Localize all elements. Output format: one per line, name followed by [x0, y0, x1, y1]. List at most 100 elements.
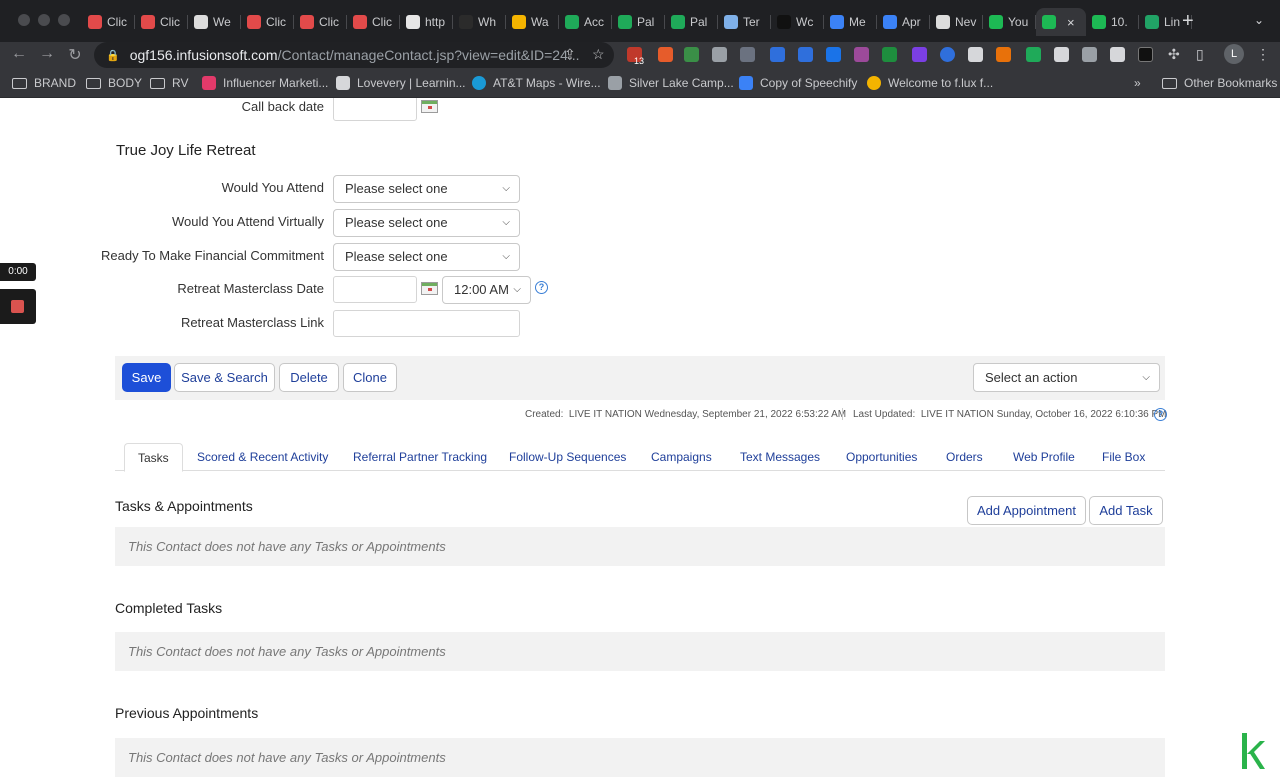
extension-mic-icon[interactable]	[854, 47, 869, 62]
extension-screen-icon[interactable]	[684, 47, 699, 62]
other-bookmarks-label: Other Bookmarks	[1184, 76, 1278, 90]
other-bookmarks-folder[interactable]: Other Bookmarks	[1162, 76, 1277, 90]
extension-document-icon[interactable]	[770, 47, 785, 62]
browser-tab[interactable]: Wh	[453, 8, 506, 36]
address-bar[interactable]: 🔒 ogf156.infusionsoft.com/Contact/manage…	[94, 42, 614, 68]
help-icon[interactable]: ?	[535, 281, 548, 294]
browser-tab[interactable]: Acc	[559, 8, 612, 36]
clone-button[interactable]: Clone	[343, 363, 397, 392]
extension-calendar-grid-icon[interactable]	[1082, 47, 1097, 62]
browser-tab[interactable]: Me	[824, 8, 877, 36]
browser-tab-active[interactable]: ×	[1036, 8, 1086, 36]
delete-button[interactable]: Delete	[279, 363, 339, 392]
bookmark-item[interactable]: RV	[150, 76, 188, 90]
browser-tab[interactable]: You	[983, 8, 1036, 36]
bookmark-item[interactable]: BRAND	[12, 76, 76, 90]
browser-tab[interactable]: Clic	[82, 8, 135, 36]
extension-bookmark-icon[interactable]	[798, 47, 813, 62]
browser-tab[interactable]: We	[188, 8, 241, 36]
extension-translate-icon[interactable]	[1110, 47, 1125, 62]
calendar-icon[interactable]	[421, 282, 438, 295]
share-icon[interactable]: ⇪	[564, 46, 576, 63]
new-tab-button[interactable]: +	[1182, 10, 1194, 32]
reload-button[interactable]: ↻	[64, 45, 86, 65]
save-button[interactable]: Save	[122, 363, 171, 392]
extension-color-icon[interactable]	[912, 47, 927, 62]
zoom-window-button[interactable]	[58, 14, 70, 26]
help-icon[interactable]: ?	[1154, 408, 1167, 421]
browser-tab[interactable]: Clic	[241, 8, 294, 36]
masterclass-date-input[interactable]	[333, 276, 417, 303]
tab-opportunities[interactable]: Opportunities	[846, 450, 917, 464]
masterclass-time-select[interactable]: 12:00 AM ⌵	[442, 276, 531, 304]
browser-tab[interactable]: Clic	[347, 8, 400, 36]
extension-tools-icon[interactable]	[1054, 47, 1069, 62]
browser-tab[interactable]: http	[400, 8, 453, 36]
extension-m-icon[interactable]	[1138, 47, 1153, 62]
side-panel-icon[interactable]: ▯	[1196, 46, 1204, 63]
extension-code-icon[interactable]	[740, 47, 755, 62]
browser-tab[interactable]: Nev	[930, 8, 983, 36]
bookmark-item[interactable]: Influencer Marketi...	[202, 76, 328, 90]
close-tab-icon[interactable]: ×	[1067, 15, 1075, 30]
add-task-button[interactable]: Add Task	[1089, 496, 1163, 525]
more-bookmarks-button[interactable]: »	[1134, 76, 1141, 90]
forward-button[interactable]: →	[36, 45, 58, 63]
extension-chart-icon[interactable]	[996, 47, 1011, 62]
attend-select[interactable]: Please select one ⌵	[333, 175, 520, 203]
browser-tab[interactable]: Wa	[506, 8, 559, 36]
extension-eraser-icon[interactable]	[968, 47, 983, 62]
browser-tab[interactable]: Pal	[665, 8, 718, 36]
browser-menu-icon[interactable]: ⋮	[1256, 46, 1270, 63]
completed-empty-message: This Contact does not have any Tasks or …	[115, 632, 1165, 671]
browser-tab[interactable]: Clic	[135, 8, 188, 36]
tab-text-messages[interactable]: Text Messages	[740, 450, 820, 464]
minimize-window-button[interactable]	[38, 14, 50, 26]
add-appointment-button[interactable]: Add Appointment	[967, 496, 1086, 525]
bookmark-item[interactable]: Lovevery | Learnin...	[336, 76, 466, 90]
financial-commitment-select[interactable]: Please select one ⌵	[333, 243, 520, 271]
bookmark-star-icon[interactable]: ☆	[592, 46, 605, 63]
extension-video-icon[interactable]	[826, 47, 841, 62]
created-meta: Created: LIVE IT NATION Wednesday, Septe…	[525, 409, 846, 420]
extension-phone-icon[interactable]	[882, 47, 897, 62]
browser-tab[interactable]: Clic	[294, 8, 347, 36]
close-window-button[interactable]	[18, 14, 30, 26]
tab-orders[interactable]: Orders	[946, 450, 983, 464]
extension-grammarly-icon[interactable]	[1026, 47, 1041, 62]
created-label: Created:	[525, 409, 564, 420]
browser-tab[interactable]: Wc	[771, 8, 824, 36]
back-button[interactable]: ←	[8, 45, 30, 63]
tab-scored-recent-activity[interactable]: Scored & Recent Activity	[197, 450, 328, 464]
tab-title: 10.	[1111, 15, 1128, 29]
browser-tab[interactable]: Pal	[612, 8, 665, 36]
bookmark-item[interactable]: AT&T Maps - Wire...	[472, 76, 601, 90]
tab-tasks[interactable]: Tasks	[124, 443, 183, 472]
profile-avatar[interactable]: L	[1224, 44, 1244, 64]
extension-r-icon[interactable]	[940, 47, 955, 62]
tab-follow-up-sequences[interactable]: Follow-Up Sequences	[509, 450, 626, 464]
extension-camera-icon[interactable]	[712, 47, 727, 62]
attend-virtually-select[interactable]: Please select one ⌵	[333, 209, 520, 237]
bookmark-item[interactable]: BODY	[86, 76, 142, 90]
browser-tab[interactable]: Apr	[877, 8, 930, 36]
tab-web-profile[interactable]: Web Profile	[1013, 450, 1075, 464]
save-search-button[interactable]: Save & Search	[174, 363, 275, 392]
select-action-dropdown[interactable]: Select an action ⌵	[973, 363, 1160, 392]
callback-date-input[interactable]	[333, 98, 417, 121]
tab-referral-partner-tracking[interactable]: Referral Partner Tracking	[353, 450, 487, 464]
extension-pen-icon[interactable]	[658, 47, 673, 62]
extensions-puzzle-icon[interactable]: ✣	[1168, 46, 1180, 63]
bookmark-item[interactable]: Welcome to f.lux f...	[867, 76, 993, 90]
browser-tab[interactable]: Ter	[718, 8, 771, 36]
calendar-icon[interactable]	[421, 100, 438, 113]
browser-tab[interactable]: 10.	[1086, 8, 1139, 36]
tab-file-box[interactable]: File Box	[1102, 450, 1145, 464]
bookmark-item[interactable]: Silver Lake Camp...	[608, 76, 734, 90]
masterclass-link-input[interactable]	[333, 310, 520, 337]
recorder-stop-button[interactable]	[0, 289, 36, 324]
tab-favicon-icon	[565, 15, 579, 29]
tab-search-chevron-icon[interactable]: ⌄	[1254, 13, 1264, 27]
bookmark-item[interactable]: Copy of Speechify	[739, 76, 857, 90]
tab-campaigns[interactable]: Campaigns	[651, 450, 712, 464]
